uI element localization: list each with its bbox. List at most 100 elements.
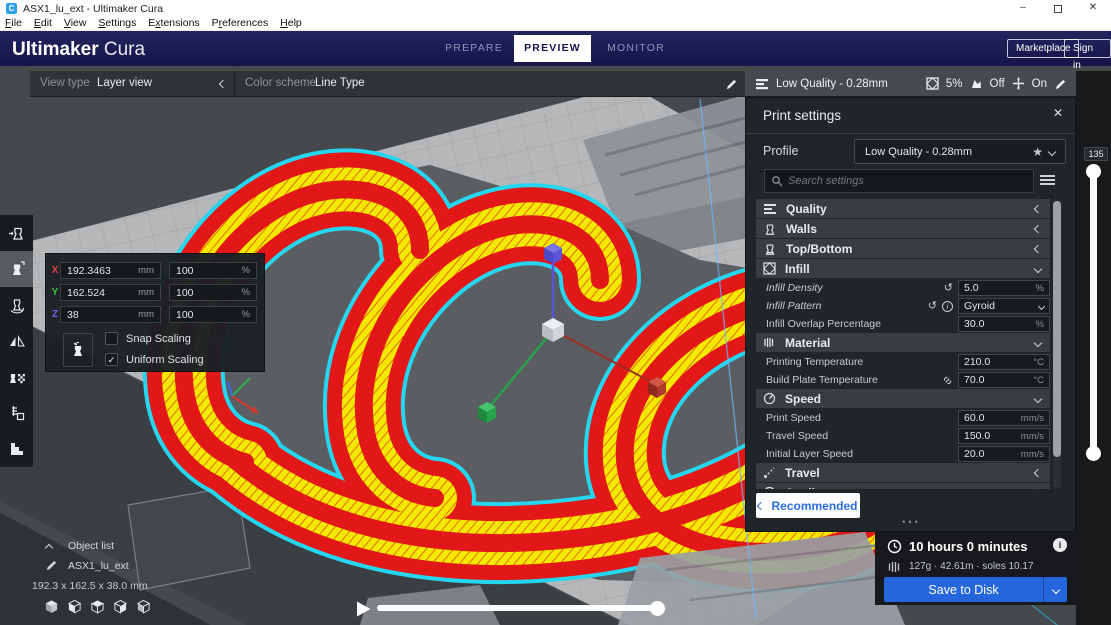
print-time-estimate: 10 hours 0 minutes (909, 539, 1028, 554)
edit-pencil-icon[interactable] (725, 78, 737, 90)
scale-x-mm-field[interactable]: 192.3463 mm (60, 262, 161, 279)
adhesion-icon (1012, 77, 1024, 90)
menu-preferences[interactable]: Preferences (212, 17, 269, 29)
print-settings-title: Print settings (763, 108, 842, 123)
reset-icon[interactable]: ↺ (928, 301, 937, 312)
print-settings-panel: Print settings ✕ Profile Low Quality - 0… (745, 97, 1076, 532)
category-travel[interactable]: Travel (756, 463, 1050, 482)
category-walls[interactable]: Walls (756, 219, 1050, 238)
infill-overlap-field[interactable]: 30.0% (958, 316, 1050, 332)
rotate-tool-button[interactable] (0, 287, 33, 323)
snap-scaling-checkbox[interactable] (105, 332, 118, 345)
minimize-button[interactable]: – (1008, 0, 1038, 17)
simulation-slider-handle[interactable] (650, 600, 665, 616)
chevron-collapsed-icon (1033, 468, 1043, 477)
close-button[interactable]: ✕ (1078, 0, 1108, 17)
view-left-icon[interactable] (113, 599, 128, 614)
search-settings-box[interactable] (764, 169, 1034, 193)
recommended-mode-button[interactable]: Recommended (756, 493, 860, 518)
support-blocker-button[interactable] (0, 395, 33, 431)
chevron-expanded-icon (1033, 264, 1043, 273)
edit-settings-pencil-icon[interactable] (1054, 78, 1066, 90)
profile-dropdown[interactable]: Low Quality - 0.28mm ★ (854, 139, 1066, 164)
reset-icon[interactable]: ↺ (944, 283, 953, 294)
reset-scale-button[interactable] (63, 333, 93, 367)
menu-help[interactable]: Help (280, 17, 302, 29)
profile-value: Low Quality - 0.28mm (865, 145, 972, 158)
info-icon[interactable]: i (1053, 538, 1067, 552)
maximize-button[interactable] (1043, 0, 1073, 17)
mirror-tool-button[interactable] (0, 323, 33, 359)
rename-pencil-icon[interactable] (45, 559, 57, 571)
category-cooling[interactable]: Cooling (756, 483, 1050, 489)
infill-pattern-dropdown[interactable]: Gyroid (958, 298, 1050, 314)
travel-speed-field[interactable]: 150.0 mm/s (958, 428, 1050, 444)
infill-icon (926, 77, 939, 90)
layer-range-track[interactable] (1090, 168, 1097, 458)
category-material[interactable]: Material (756, 333, 1050, 352)
sign-in-button[interactable]: Sign in (1064, 39, 1111, 71)
color-scheme-value[interactable]: Line Type (315, 77, 365, 89)
category-top-bottom[interactable]: Top/Bottom (756, 239, 1050, 258)
category-speed[interactable]: Speed (756, 389, 1050, 408)
layer-range-upper-handle[interactable] (1086, 164, 1101, 179)
object-dimensions: 192.3 x 162.5 x 38.0 mm (32, 580, 148, 592)
view-type-value[interactable]: Layer view (97, 77, 152, 89)
chevron-expanded-icon (1033, 338, 1043, 347)
category-infill[interactable]: Infill (756, 259, 1050, 278)
print-settings-summary-bar[interactable]: Low Quality - 0.28mm 5% Off On (745, 71, 1076, 97)
layer-range-lower-handle[interactable] (1086, 446, 1101, 461)
collapse-view-type-icon[interactable] (218, 79, 228, 89)
initial-layer-speed-field[interactable]: 20.0 mm/s (958, 446, 1050, 462)
view-right-icon[interactable] (136, 599, 151, 614)
star-icon[interactable]: ★ (1032, 145, 1043, 159)
settings-menu-icon[interactable] (1040, 175, 1055, 187)
setting-row: Printing Temperature 210.0 °C (756, 353, 1050, 371)
object-name[interactable]: ASX1_lu_ext (68, 560, 129, 572)
view-front-icon[interactable] (67, 599, 82, 614)
y-axis-label: Y (51, 287, 59, 298)
search-input[interactable] (788, 175, 1027, 187)
uniform-scaling-checkbox[interactable]: ✓ (105, 353, 118, 366)
info-icon[interactable]: i (942, 300, 953, 312)
output-device-selector[interactable] (1043, 577, 1067, 602)
scale-y-percent-field[interactable]: 100% (169, 284, 257, 301)
object-list-label[interactable]: Object list (68, 540, 114, 552)
setting-row: Infill Density ↺ 5.0% (756, 279, 1050, 297)
per-model-settings-icon (9, 374, 25, 384)
panel-drag-handle[interactable]: ••• (746, 517, 1077, 527)
tab-preview[interactable]: PREVIEW (514, 35, 591, 62)
close-panel-icon[interactable]: ✕ (1053, 106, 1063, 120)
color-scheme-label: Color scheme (245, 77, 316, 89)
settings-scrollbar-thumb[interactable] (1053, 201, 1061, 457)
infill-density-field[interactable]: 5.0% (958, 280, 1050, 296)
menu-settings[interactable]: Settings (98, 17, 136, 29)
chevron-collapsed-icon (1033, 244, 1043, 253)
menu-file[interactable]: File (5, 17, 22, 29)
scale-x-percent-field[interactable]: 100% (169, 262, 257, 279)
build-plate-temperature-field[interactable]: 70.0 °C (958, 372, 1050, 388)
setting-row: Initial Layer Speed 20.0 mm/s (756, 445, 1050, 463)
move-tool-button[interactable] (0, 215, 33, 251)
simulation-slider-track[interactable] (377, 605, 658, 611)
scale-z-mm-field[interactable]: 38 mm (60, 306, 161, 323)
print-speed-field[interactable]: 60.0 mm/s (958, 410, 1050, 426)
view-top-icon[interactable] (90, 599, 105, 614)
scale-z-percent-field[interactable]: 100% (169, 306, 257, 323)
scale-y-mm-field[interactable]: 162.524 mm (60, 284, 161, 301)
play-button[interactable] (355, 600, 372, 618)
menu-edit[interactable]: Edit (34, 17, 52, 29)
menu-extensions[interactable]: Extensions (148, 17, 199, 29)
view-3d-icon[interactable] (44, 599, 59, 614)
per-model-settings-button[interactable] (0, 359, 33, 395)
tab-monitor[interactable]: MONITOR (600, 31, 672, 66)
tab-prepare[interactable]: PREPARE (438, 31, 510, 66)
menu-view[interactable]: View (64, 17, 87, 29)
stairs-tool-button[interactable] (0, 431, 33, 467)
scale-tool-button[interactable] (0, 251, 33, 287)
walls-icon (765, 223, 775, 235)
scale-tool-panel: X 192.3463 mm 100% Y 162.524 mm 100% Z 38 m… (45, 253, 265, 372)
category-quality[interactable]: Quality (756, 199, 1050, 218)
save-to-disk-button[interactable]: Save to Disk (884, 577, 1067, 602)
printing-temperature-field[interactable]: 210.0 °C (958, 354, 1050, 370)
